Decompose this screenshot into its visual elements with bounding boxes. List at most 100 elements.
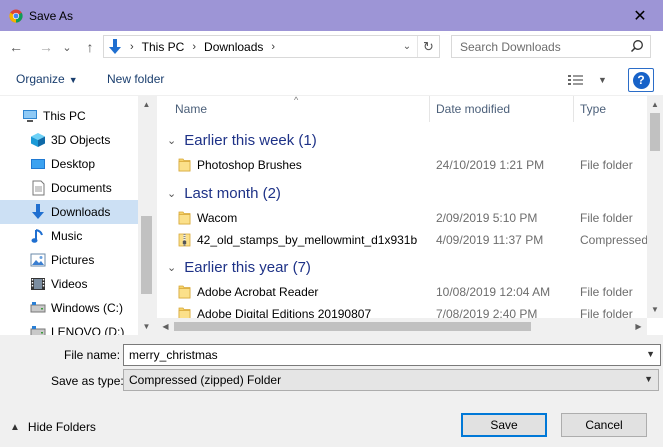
cancel-label: Cancel bbox=[585, 418, 623, 432]
file-date: 4/09/2019 11:37 PM bbox=[436, 233, 544, 247]
breadcrumb-downloads[interactable]: Downloads bbox=[200, 40, 267, 54]
close-button[interactable]: ✕ bbox=[617, 0, 663, 31]
scrollbar-thumb[interactable] bbox=[650, 113, 660, 151]
organize-button[interactable]: Organize ▼ bbox=[16, 72, 78, 86]
navigation-pane: This PC 3D Objects Desktop Documents Downloa… bbox=[0, 96, 155, 335]
chevron-down-icon: ⌄ bbox=[167, 261, 177, 274]
file-list-pane: Name ^ Date modified Type ⌄ Earlier this … bbox=[157, 96, 663, 335]
save-button[interactable]: Save bbox=[461, 413, 547, 437]
file-date: 2/09/2019 5:10 PM bbox=[436, 211, 538, 225]
file-name: Adobe Acrobat Reader bbox=[197, 285, 319, 299]
scrollbar-thumb[interactable] bbox=[174, 322, 531, 331]
file-type: File folder bbox=[580, 158, 633, 172]
sidebar-item-downloads[interactable]: Downloads bbox=[0, 200, 138, 224]
file-name: 42_old_stamps_by_mellowmint_d1x931b bbox=[197, 233, 418, 247]
chevron-down-icon[interactable]: ▼ bbox=[646, 349, 655, 359]
sort-ascending-icon: ^ bbox=[294, 96, 299, 105]
column-header-name[interactable]: Name bbox=[175, 96, 207, 122]
forward-arrow-icon: → bbox=[39, 39, 53, 55]
scroll-left-icon[interactable]: ◀ bbox=[157, 318, 174, 335]
up-button[interactable]: ↑ bbox=[80, 37, 100, 57]
change-view-button[interactable]: ▼ bbox=[568, 71, 608, 89]
video-icon bbox=[30, 276, 46, 292]
file-type: Compressed bbox=[580, 233, 649, 247]
breadcrumb-separator[interactable]: › bbox=[267, 41, 279, 53]
file-row[interactable]: 42_old_stamps_by_mellowmint_d1x931b 4/09/… bbox=[157, 229, 649, 251]
folder-icon bbox=[178, 284, 191, 299]
sidebar-item-music[interactable]: Music bbox=[0, 224, 138, 248]
scroll-down-icon[interactable]: ▼ bbox=[647, 301, 663, 318]
chevron-down-icon: ⌄ bbox=[167, 134, 177, 147]
sidebar-item-label: Windows (C:) bbox=[51, 301, 124, 315]
sidebar-item-label: LENOVO (D:) bbox=[51, 325, 125, 335]
sidebar-item-label: This PC bbox=[43, 109, 86, 123]
column-header-date[interactable]: Date modified bbox=[436, 96, 510, 122]
search-input[interactable] bbox=[460, 39, 630, 54]
file-name-combobox[interactable]: ▼ bbox=[123, 344, 661, 366]
help-icon: ? bbox=[632, 71, 650, 89]
search-box[interactable] bbox=[451, 35, 651, 58]
address-bar[interactable]: › This PC › Downloads › ⌄ ↻ bbox=[103, 35, 440, 58]
help-button[interactable]: ? bbox=[628, 68, 654, 92]
drive-icon bbox=[30, 324, 46, 335]
column-divider[interactable] bbox=[573, 96, 574, 122]
breadcrumb-this-pc[interactable]: This PC bbox=[138, 40, 189, 54]
sidebar-item-label: Pictures bbox=[51, 253, 95, 267]
sidebar-item-videos[interactable]: Videos bbox=[0, 272, 138, 296]
hide-folders-button[interactable]: ▲ Hide Folders bbox=[10, 420, 96, 434]
sidebar-item-this-pc[interactable]: This PC bbox=[0, 104, 138, 128]
column-date-label: Date modified bbox=[436, 102, 511, 116]
new-folder-button[interactable]: New folder bbox=[107, 72, 164, 86]
recent-locations-button[interactable]: ⌄ bbox=[60, 37, 74, 57]
group-header[interactable]: ⌄ Earlier this year (7) bbox=[167, 257, 311, 277]
scroll-up-icon[interactable]: ▲ bbox=[138, 96, 155, 113]
file-date: 24/10/2019 1:21 PM bbox=[436, 158, 545, 172]
sidebar-item-windows-c[interactable]: Windows (C:) bbox=[0, 296, 138, 320]
hide-folders-label: Hide Folders bbox=[27, 420, 96, 434]
breadcrumb-separator: › bbox=[130, 40, 134, 53]
navigation-scrollbar[interactable]: ▲ ▼ bbox=[138, 96, 155, 335]
up-arrow-icon: ↑ bbox=[86, 39, 94, 55]
computer-icon bbox=[22, 108, 38, 124]
chevron-down-icon: ⌄ bbox=[62, 41, 72, 54]
desktop-icon bbox=[30, 156, 46, 172]
breadcrumb-separator[interactable]: › bbox=[188, 41, 200, 53]
group-header[interactable]: ⌄ Earlier this week (1) bbox=[167, 130, 317, 150]
sidebar-item-desktop[interactable]: Desktop bbox=[0, 152, 138, 176]
file-list-vertical-scrollbar[interactable]: ▲ ▼ bbox=[647, 96, 663, 318]
group-title: Earlier this week (1) bbox=[184, 131, 317, 149]
column-name-label: Name bbox=[175, 102, 208, 116]
sidebar-item-lenovo-d[interactable]: LENOVO (D:) bbox=[0, 320, 138, 335]
file-row[interactable]: Wacom 2/09/2019 5:10 PM File folder bbox=[157, 207, 647, 229]
sidebar-item-label: 3D Objects bbox=[51, 133, 111, 147]
address-dropdown-icon[interactable]: ⌄ bbox=[399, 36, 415, 57]
column-header-type[interactable]: Type bbox=[580, 96, 606, 122]
scrollbar-thumb[interactable] bbox=[141, 216, 152, 294]
sidebar-item-label: Downloads bbox=[51, 205, 111, 219]
file-name-input[interactable] bbox=[129, 348, 629, 362]
music-icon bbox=[30, 228, 46, 244]
column-type-label: Type bbox=[580, 102, 607, 116]
folder-icon bbox=[178, 210, 191, 225]
cancel-button[interactable]: Cancel bbox=[561, 413, 647, 437]
forward-button[interactable]: → bbox=[36, 37, 56, 57]
zip-folder-icon bbox=[178, 232, 191, 247]
file-row[interactable]: Adobe Acrobat Reader 10/08/2019 12:04 AM F… bbox=[157, 281, 647, 303]
sidebar-item-documents[interactable]: Documents bbox=[0, 176, 138, 200]
save-label: Save bbox=[490, 418, 518, 432]
save-type-select[interactable]: Compressed (zipped) Folder ▼ bbox=[123, 369, 659, 391]
sidebar-item-pictures[interactable]: Pictures bbox=[0, 248, 138, 272]
group-title: Last month (2) bbox=[184, 184, 281, 202]
scroll-up-icon[interactable]: ▲ bbox=[647, 96, 663, 113]
file-list-horizontal-scrollbar[interactable]: ◀ ▶ bbox=[157, 318, 647, 335]
column-divider[interactable] bbox=[429, 96, 430, 122]
refresh-icon[interactable]: ↻ bbox=[417, 36, 439, 57]
file-row[interactable]: Photoshop Brushes 24/10/2019 1:21 PM File … bbox=[157, 154, 647, 176]
file-type: File folder bbox=[580, 285, 633, 299]
sidebar-item-3d-objects[interactable]: 3D Objects bbox=[0, 128, 138, 152]
scroll-right-icon[interactable]: ▶ bbox=[630, 318, 647, 335]
group-header[interactable]: ⌄ Last month (2) bbox=[167, 183, 281, 203]
command-bar: Organize ▼ New folder ▼ ? bbox=[0, 62, 663, 96]
scroll-down-icon[interactable]: ▼ bbox=[138, 318, 155, 335]
back-button[interactable]: ← bbox=[6, 37, 26, 57]
